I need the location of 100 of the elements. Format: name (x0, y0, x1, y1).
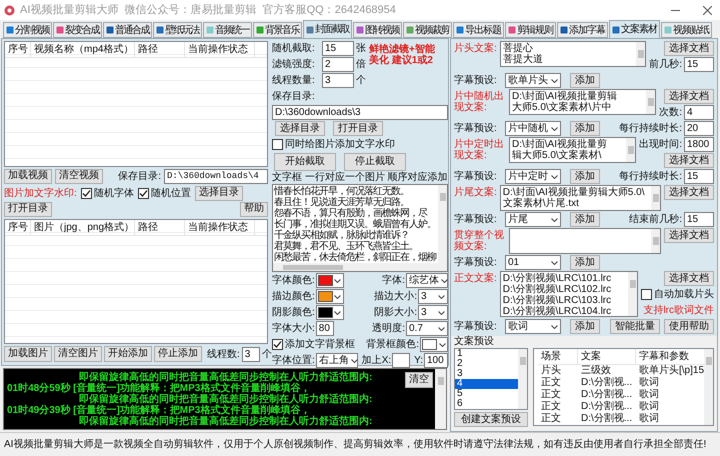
tab[interactable]: 导出标题 (453, 22, 504, 38)
tab[interactable]: 裂变合成 (53, 22, 102, 38)
input-field[interactable]: 20 (684, 121, 714, 136)
action-button[interactable]: 智能批量 (610, 319, 660, 334)
text-area[interactable]: 惜春长怕花开早，何况落红无数。 春且住！见说道天涯芳草无归路。 怨春不语，算只有殷勤，画檐蛛网，尽 长门事，准拟佳期又误。蛾眉曾有人妒。 千金纵买相如赋，脉脉此情谁诉？ 君莫舞，君不见、玉环飞燕皆尘土。 闲愁最苦，休去倚危栏，斜阳正在，烟柳 (272, 184, 448, 272)
tab[interactable]: 添加字幕 (557, 22, 608, 38)
field-label: 字体: (382, 274, 405, 288)
text-area[interactable]: D:\封面\AI视频批量剪 辑大师5.0\文案素材\ (509, 137, 636, 163)
action-button[interactable]: 添加 (570, 121, 600, 136)
tab[interactable]: 图转视频 (353, 22, 402, 38)
input-field[interactable]: 3 (322, 73, 354, 88)
action-button[interactable]: 清空图片 (54, 346, 102, 362)
clear-button[interactable]: 清空 (405, 372, 433, 388)
action-button[interactable]: 选择文档 (664, 153, 714, 168)
action-button[interactable]: 使用帮助 (664, 319, 714, 334)
action-button[interactable]: 选择目录 (194, 186, 243, 200)
action-button[interactable]: 打开目录 (4, 202, 52, 216)
list-item[interactable]: 6 (455, 399, 518, 409)
text-area[interactable]: D:\分割视频\LRC\101.lrc D:\分割视频\LRC\102.lrc D:\分割视频\LRC\103.lrc D:\分割视频\LRC\104.lrc (500, 271, 638, 317)
text-area[interactable]: D:\封面\AI视频批量剪辑大师5.0\ 文案素材\片尾.txt (500, 185, 661, 211)
action-button[interactable]: 添加 (570, 73, 600, 88)
action-button[interactable]: 添加 (570, 255, 600, 270)
dropdown[interactable]: 片中随机 (505, 121, 561, 136)
field-label: 出现时间: (639, 138, 682, 152)
dropdown[interactable]: 歌单片头 (505, 73, 561, 88)
action-button[interactable]: 添加 (570, 169, 600, 184)
action-button[interactable]: 停止添加 (154, 346, 202, 362)
log-line: 即保留旋律高低的同时把音量高低差同步控制在人听力舒适范围内: (79, 394, 372, 405)
dropdown[interactable]: 片中定时 (505, 169, 561, 184)
list-item[interactable]: 2 (455, 359, 518, 369)
field-label: 前几秒: (649, 58, 682, 72)
text-area[interactable]: 菩提心 菩提大道 (500, 41, 646, 67)
action-button[interactable]: 添加 (570, 319, 600, 334)
tab[interactable]: 文案素材 (609, 20, 660, 38)
status-text: AI视频批量剪辑大师是一款视频全自动剪辑软件，仅用于个人原创视频制作、提高剪辑效率，使用软件时请遵守法律法规，如有违反由使用者自行承担全部责任! (4, 439, 706, 450)
dropdown[interactable]: 歌词 (505, 319, 561, 334)
field-label: 倍 (356, 58, 366, 72)
tab[interactable]: 分割视频 (3, 22, 52, 38)
checkbox-label[interactable]: 同时给图片添加文字水印 (285, 137, 395, 152)
tab[interactable]: 壁纸玩法 (153, 22, 202, 38)
dropdown[interactable]: 3 (418, 305, 448, 320)
field-label: 线程数量: (272, 74, 316, 88)
tab[interactable]: 普通合成 (103, 22, 152, 38)
input-field[interactable]: D:\360downloads\3 (272, 105, 448, 120)
action-button[interactable]: 创建文案预设 (454, 412, 528, 427)
tab[interactable]: 封面截取 (303, 20, 352, 38)
tab[interactable]: 视频裁剪 (403, 22, 452, 38)
action-button[interactable]: 帮助 (240, 202, 268, 216)
table-cell-text: 三级效 (580, 365, 612, 376)
section-label: 图片加文字水印: (4, 186, 77, 200)
list-item[interactable]: 3 (455, 369, 518, 379)
field-label: 每行持续时长: (619, 122, 682, 136)
action-button[interactable]: 添加 (570, 212, 600, 227)
action-button[interactable]: 开始添加 (104, 346, 152, 362)
input-field[interactable]: 15 (684, 212, 714, 227)
tab[interactable]: 视频贴纸 (661, 22, 712, 38)
dropdown[interactable]: 01 (505, 255, 561, 270)
column-header: 序号 (5, 42, 31, 57)
action-button[interactable]: 选择文档 (664, 271, 714, 286)
list-item[interactable]: 5 (455, 389, 518, 399)
list-box[interactable]: 1 2 3 4 5 6 (454, 348, 528, 410)
action-button[interactable]: 选择文档 (664, 41, 714, 56)
action-button[interactable]: 加载视频 (4, 168, 52, 184)
dropdown[interactable]: 0.7 (406, 321, 448, 336)
action-button[interactable]: 选择文档 (664, 228, 714, 243)
action-button[interactable]: 开始截取 (274, 153, 336, 171)
input-field[interactable]: 3 (242, 346, 260, 362)
dropdown[interactable]: 3 (418, 289, 448, 304)
checkbox-label[interactable]: 添加文字背景框 (285, 337, 355, 352)
input-field[interactable]: 100 (424, 353, 448, 368)
input-field[interactable]: 1800 (684, 137, 714, 152)
dropdown[interactable]: 综艺体 (406, 273, 448, 288)
action-button[interactable]: 加载图片 (4, 346, 52, 362)
list-item[interactable]: 4 (455, 379, 518, 389)
tab[interactable]: 背景音乐 (253, 22, 302, 38)
checkbox-label[interactable]: 自动加载片头 (654, 287, 714, 302)
dropdown[interactable]: 片尾 (505, 212, 561, 227)
list-item[interactable]: 1 (455, 349, 518, 359)
text-box-label: 文字框 一行对应一个图片 顺序对应添加 (272, 172, 448, 183)
log-line: 01时49分39秒 [音量统一]功能解释：把MP3格式文件音量削峰填谷， (7, 405, 310, 416)
action-button[interactable]: 停止截取 (344, 153, 406, 171)
input-field[interactable]: 2 (322, 57, 354, 72)
action-button[interactable]: 选择目录 (275, 121, 325, 136)
input-field[interactable]: D:\360downloads\4 (164, 168, 268, 184)
dropdown[interactable]: 右上角 (316, 353, 358, 368)
input-field[interactable]: 15 (684, 57, 714, 72)
tab[interactable]: 音频统一 (203, 22, 252, 38)
tab[interactable]: 剪辑规则 (505, 22, 556, 38)
checkbox-label[interactable]: 随机位置 (150, 186, 191, 200)
checkbox-label[interactable]: 随机字体 (94, 186, 134, 200)
input-field[interactable]: 4 (684, 105, 714, 120)
field-label: 阴影大小: (374, 306, 417, 320)
action-button[interactable]: 选择文档 (664, 89, 714, 104)
text-area[interactable]: D:\封面\AI视频批量剪辑 大师5.0\文案素材\片中 (509, 89, 656, 115)
input-field[interactable]: 15 (684, 169, 714, 184)
input-field[interactable]: 80 (316, 321, 334, 336)
action-button[interactable]: 清空视频 (55, 168, 103, 184)
action-button[interactable]: 打开目录 (333, 121, 383, 136)
action-button[interactable]: 选择文档 (664, 185, 714, 200)
input-field[interactable]: 15 (322, 41, 354, 56)
